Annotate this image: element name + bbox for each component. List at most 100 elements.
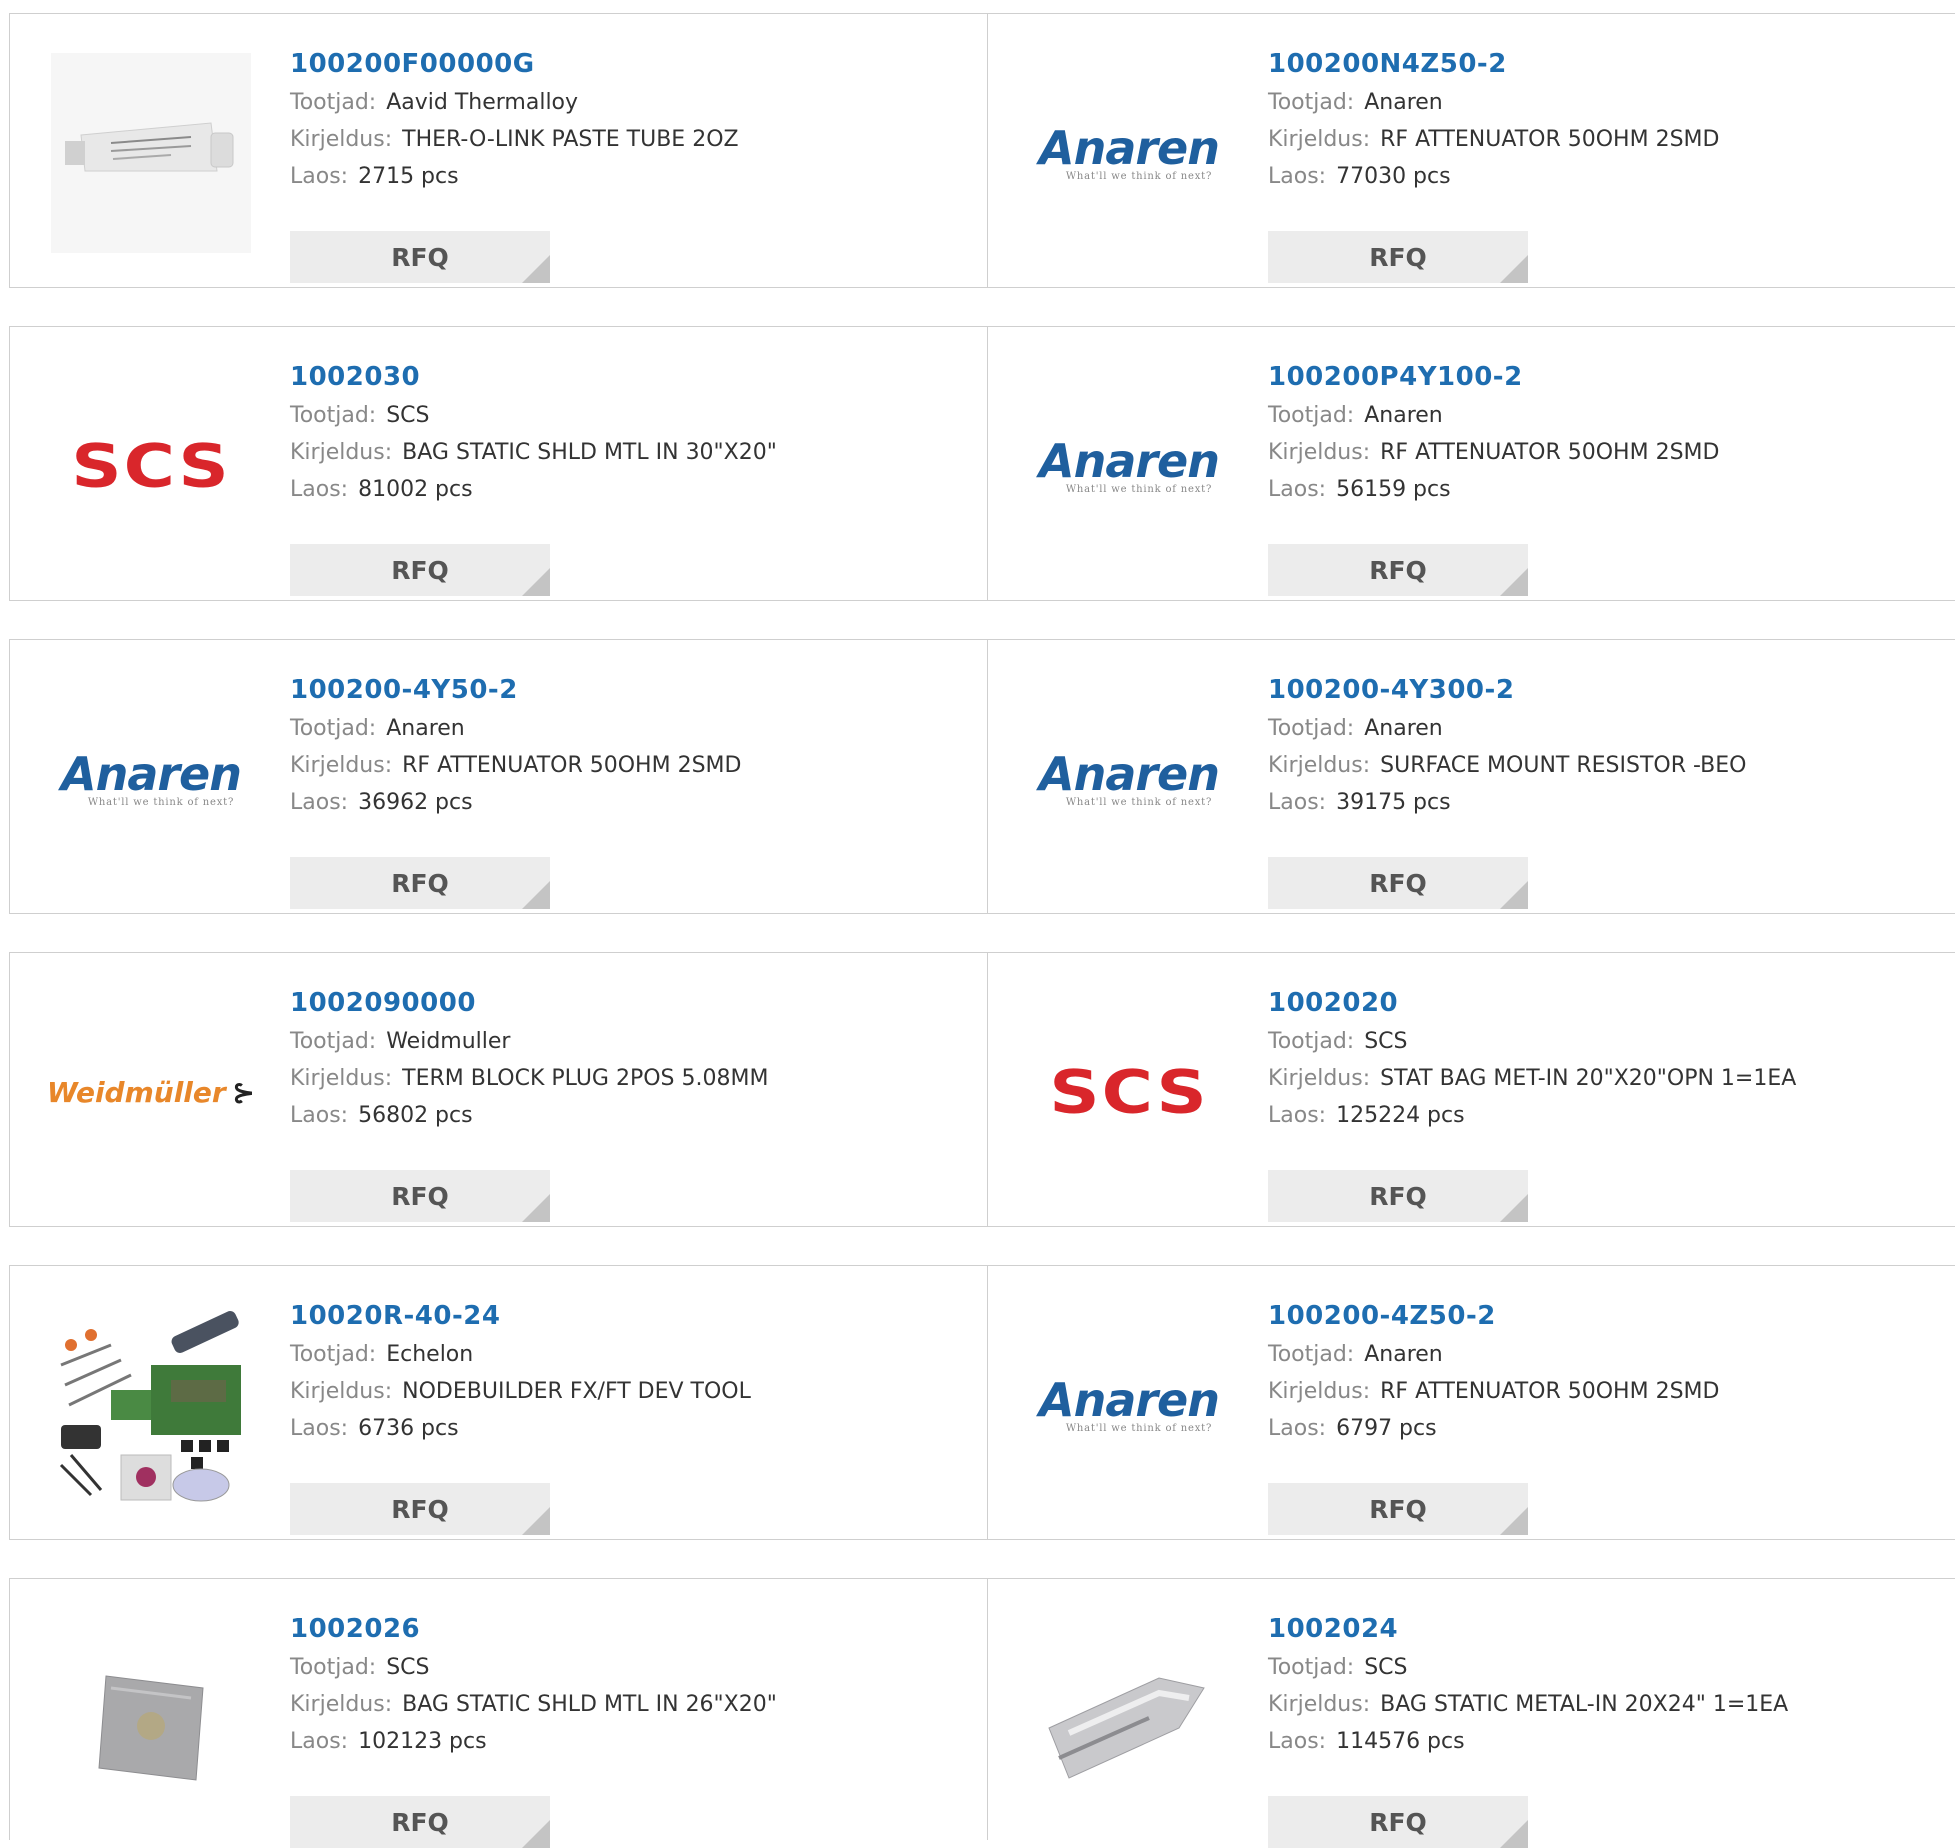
corner-decoration bbox=[1500, 255, 1528, 283]
product-card: 1002026 Tootjad: SCS Kirjeldus: BAG STATIC… bbox=[10, 1579, 988, 1848]
rfq-button[interactable]: RFQ bbox=[290, 1170, 550, 1222]
description-value: BAG STATIC SHLD MTL IN 26"X20" bbox=[402, 1692, 777, 1717]
rfq-button[interactable]: RFQ bbox=[1268, 544, 1528, 596]
product-card: Anaren What'll we think of next? 100200P4… bbox=[988, 327, 1955, 600]
manufacturer-value: Anaren bbox=[1364, 403, 1443, 428]
product-image[interactable]: Anaren What'll we think of next? bbox=[50, 678, 252, 880]
part-number-link[interactable]: 100200N4Z50-2 bbox=[1268, 44, 1719, 84]
product-image[interactable]: SCS bbox=[50, 365, 252, 567]
description-line: Kirjeldus: RF ATTENUATOR 50OHM 2SMD bbox=[290, 747, 741, 784]
rfq-button[interactable]: RFQ bbox=[290, 231, 550, 283]
rfq-button[interactable]: RFQ bbox=[1268, 1483, 1528, 1535]
stock-label: Laos: bbox=[290, 1729, 349, 1754]
part-number-link[interactable]: 100200F00000G bbox=[290, 44, 739, 84]
rfq-button[interactable]: RFQ bbox=[1268, 1170, 1528, 1222]
product-image[interactable]: SCS bbox=[1028, 991, 1230, 1193]
description-value: STAT BAG MET-IN 20"X20"OPN 1=1EA bbox=[1380, 1066, 1797, 1091]
manufacturer-line: Tootjad: SCS bbox=[1268, 1023, 1796, 1060]
rfq-button[interactable]: RFQ bbox=[1268, 1796, 1528, 1848]
manufacturer-value: SCS bbox=[1364, 1655, 1408, 1680]
corner-decoration bbox=[522, 881, 550, 909]
manufacturer-value: SCS bbox=[386, 1655, 430, 1680]
stock-label: Laos: bbox=[290, 1416, 349, 1441]
description-line: Kirjeldus: THER-O-LINK PASTE TUBE 2OZ bbox=[290, 121, 739, 158]
part-number-link[interactable]: 100200P4Y100-2 bbox=[1268, 357, 1719, 397]
manufacturer-line: Tootjad: Anaren bbox=[1268, 1336, 1719, 1373]
description-value: RF ATTENUATOR 50OHM 2SMD bbox=[402, 753, 742, 778]
product-card: Weidmüller ⊱ 1002090000 Tootjad: Weidmulle… bbox=[10, 953, 988, 1226]
manufacturer-line: Tootjad: Anaren bbox=[290, 710, 741, 747]
part-number-link[interactable]: 10020R-40-24 bbox=[290, 1296, 751, 1336]
product-image[interactable]: Anaren What'll we think of next? bbox=[1028, 1304, 1230, 1506]
static-bag-image bbox=[51, 1618, 251, 1818]
product-info: 10020R-40-24 Tootjad: Echelon Kirjeldus: N… bbox=[290, 1296, 751, 1535]
part-number-link[interactable]: 1002030 bbox=[290, 357, 777, 397]
part-number-link[interactable]: 100200-4Z50-2 bbox=[1268, 1296, 1719, 1336]
manufacturer-label: Tootjad: bbox=[290, 403, 377, 428]
part-number-link[interactable]: 1002020 bbox=[1268, 983, 1796, 1023]
product-image[interactable] bbox=[50, 1617, 252, 1819]
weidmuller-logo: Weidmüller ⊱ bbox=[50, 1076, 252, 1109]
manufacturer-value: Anaren bbox=[386, 716, 465, 741]
part-number-link[interactable]: 1002026 bbox=[290, 1609, 777, 1649]
corner-decoration bbox=[1500, 1194, 1528, 1222]
description-line: Kirjeldus: RF ATTENUATOR 50OHM 2SMD bbox=[1268, 121, 1719, 158]
product-row: Anaren What'll we think of next? 100200-4… bbox=[9, 639, 1955, 914]
product-image[interactable] bbox=[50, 1304, 252, 1506]
manufacturer-line: Tootjad: Weidmuller bbox=[290, 1023, 768, 1060]
description-value: TERM BLOCK PLUG 2POS 5.08MM bbox=[402, 1066, 769, 1091]
rfq-label: RFQ bbox=[1369, 242, 1427, 272]
anaren-logo: Anaren What'll we think of next? bbox=[1039, 1377, 1220, 1434]
product-image[interactable]: Anaren What'll we think of next? bbox=[1028, 365, 1230, 567]
manufacturer-label: Tootjad: bbox=[1268, 90, 1355, 115]
part-number-link[interactable]: 1002090000 bbox=[290, 983, 768, 1023]
manufacturer-line: Tootjad: Aavid Thermalloy bbox=[290, 84, 739, 121]
stock-value: 6736 pcs bbox=[358, 1416, 459, 1441]
rfq-button[interactable]: RFQ bbox=[1268, 231, 1528, 283]
product-image[interactable]: Weidmüller ⊱ bbox=[50, 991, 252, 1193]
stock-label: Laos: bbox=[1268, 1729, 1327, 1754]
product-image[interactable] bbox=[1028, 1617, 1230, 1819]
product-image[interactable] bbox=[50, 52, 252, 254]
rfq-label: RFQ bbox=[391, 868, 449, 898]
product-card: Anaren What'll we think of next? 100200-4… bbox=[988, 640, 1955, 913]
stock-value: 56802 pcs bbox=[358, 1103, 473, 1128]
manufacturer-value: Aavid Thermalloy bbox=[386, 90, 579, 115]
manufacturer-label: Tootjad: bbox=[1268, 403, 1355, 428]
description-line: Kirjeldus: SURFACE MOUNT RESISTOR -BEO bbox=[1268, 747, 1746, 784]
stock-line: Laos: 6736 pcs bbox=[290, 1410, 751, 1447]
rfq-label: RFQ bbox=[391, 1181, 449, 1211]
description-value: THER-O-LINK PASTE TUBE 2OZ bbox=[402, 127, 739, 152]
dev-kit-image bbox=[51, 1305, 251, 1505]
description-label: Kirjeldus: bbox=[290, 753, 393, 778]
description-line: Kirjeldus: TERM BLOCK PLUG 2POS 5.08MM bbox=[290, 1060, 768, 1097]
rfq-button[interactable]: RFQ bbox=[290, 544, 550, 596]
stock-label: Laos: bbox=[290, 164, 349, 189]
part-number-link[interactable]: 100200-4Y50-2 bbox=[290, 670, 741, 710]
description-line: Kirjeldus: RF ATTENUATOR 50OHM 2SMD bbox=[1268, 434, 1719, 471]
rfq-button[interactable]: RFQ bbox=[290, 857, 550, 909]
stock-value: 81002 pcs bbox=[358, 477, 473, 502]
part-number-link[interactable]: 100200-4Y300-2 bbox=[1268, 670, 1746, 710]
rfq-button[interactable]: RFQ bbox=[290, 1796, 550, 1848]
rfq-button[interactable]: RFQ bbox=[290, 1483, 550, 1535]
description-line: Kirjeldus: BAG STATIC SHLD MTL IN 26"X20" bbox=[290, 1686, 777, 1723]
rfq-button[interactable]: RFQ bbox=[1268, 857, 1528, 909]
anaren-logo-word: Anaren bbox=[1038, 120, 1220, 175]
stock-value: 102123 pcs bbox=[358, 1729, 487, 1754]
description-value: RF ATTENUATOR 50OHM 2SMD bbox=[1380, 1379, 1720, 1404]
anaren-logo-tagline: What'll we think of next? bbox=[1065, 796, 1213, 808]
anaren-logo-word: Anaren bbox=[60, 746, 242, 801]
product-info: 1002020 Tootjad: SCS Kirjeldus: STAT BAG M… bbox=[1268, 983, 1796, 1222]
anaren-logo-word: Anaren bbox=[1038, 433, 1220, 488]
rfq-label: RFQ bbox=[1369, 555, 1427, 585]
description-line: Kirjeldus: STAT BAG MET-IN 20"X20"OPN 1=1… bbox=[1268, 1060, 1796, 1097]
description-value: SURFACE MOUNT RESISTOR -BEO bbox=[1380, 753, 1747, 778]
product-image[interactable]: Anaren What'll we think of next? bbox=[1028, 52, 1230, 254]
stock-value: 125224 pcs bbox=[1336, 1103, 1465, 1128]
product-row: Weidmüller ⊱ 1002090000 Tootjad: Weidmulle… bbox=[9, 952, 1955, 1227]
part-number-link[interactable]: 1002024 bbox=[1268, 1609, 1788, 1649]
product-image[interactable]: Anaren What'll we think of next? bbox=[1028, 678, 1230, 880]
anaren-logo: Anaren What'll we think of next? bbox=[1038, 120, 1220, 182]
manufacturer-label: Tootjad: bbox=[290, 1029, 377, 1054]
